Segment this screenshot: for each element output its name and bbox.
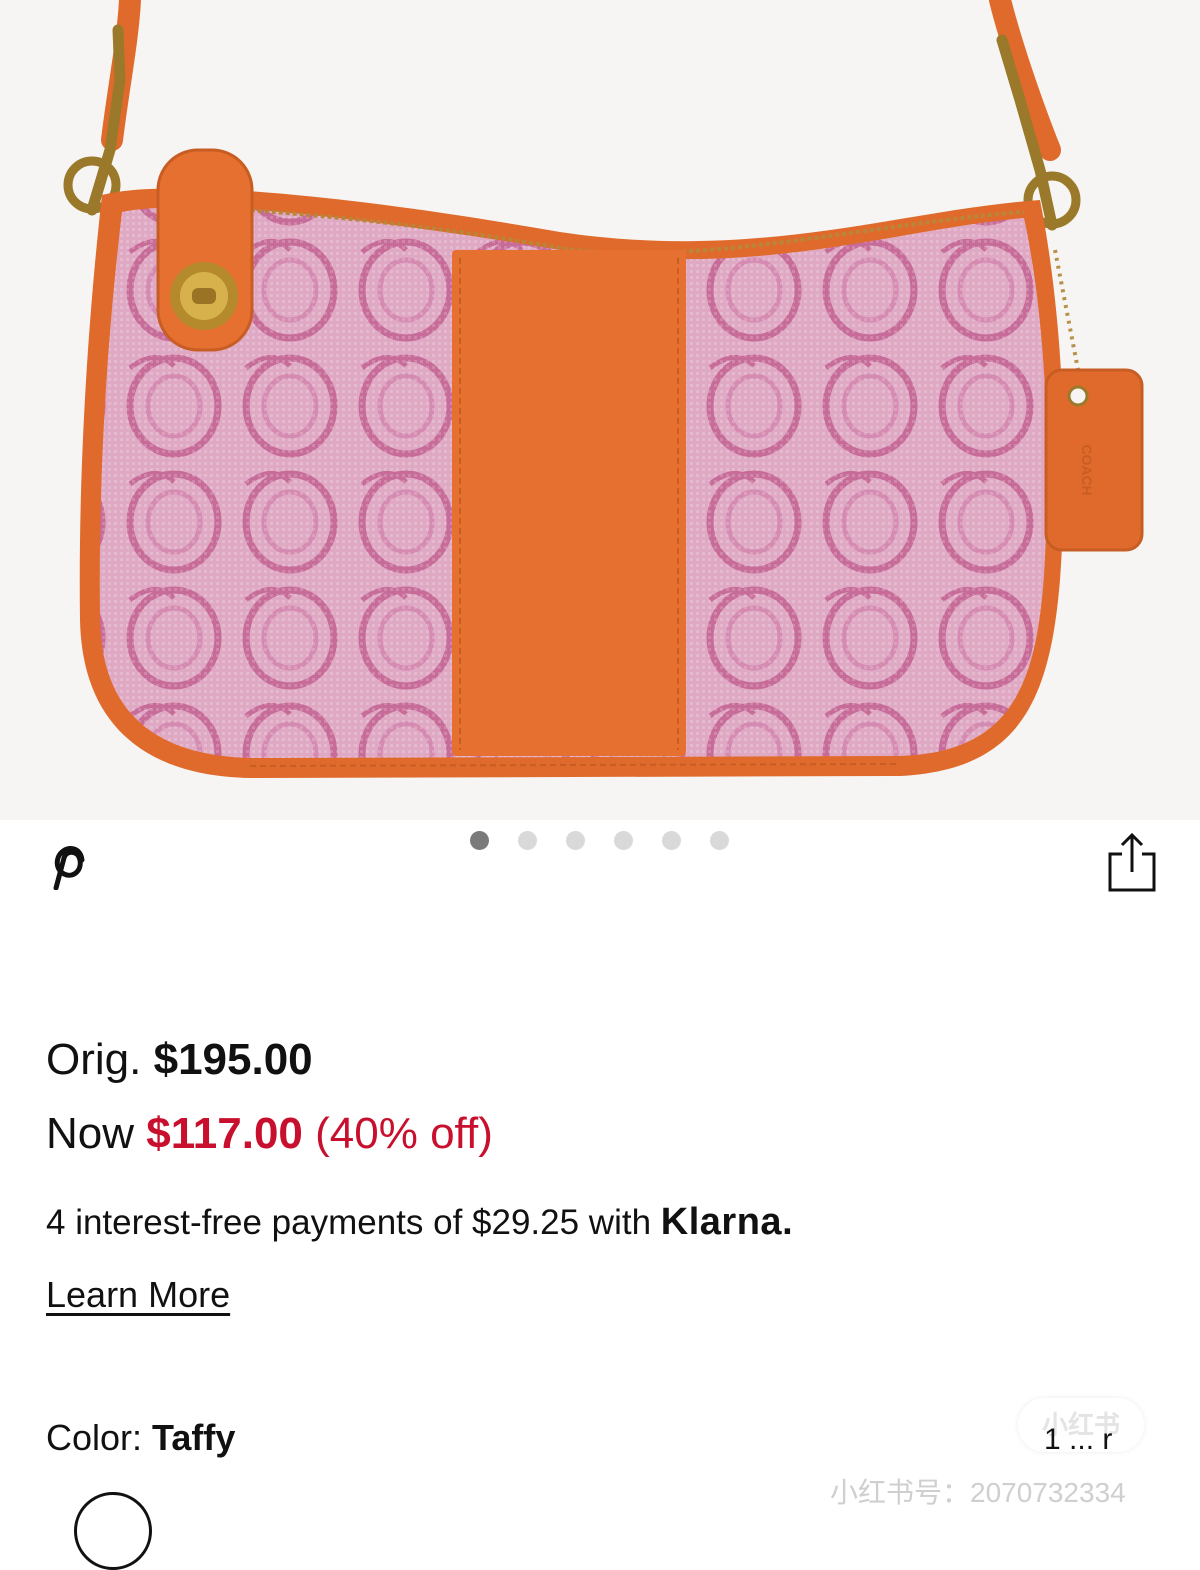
carousel-dot-5[interactable] <box>662 831 681 850</box>
pinterest-icon[interactable] <box>42 842 86 891</box>
hangtag-text: COACH <box>1079 444 1095 495</box>
now-label: Now <box>46 1109 135 1158</box>
klarna-installments: 4 interest-free payments of $29.25 with … <box>46 1198 793 1247</box>
orig-label: Orig. <box>46 1035 142 1084</box>
carousel-dot-6[interactable] <box>710 831 729 850</box>
color-value: Taffy <box>152 1417 236 1458</box>
carousel-dot-1[interactable] <box>470 831 489 850</box>
partial-link-text[interactable]: 1 ... r <box>1044 1420 1112 1460</box>
carousel-dot-4[interactable] <box>614 831 633 850</box>
color-selection: Color: Taffy <box>46 1414 235 1462</box>
sale-price-line: Now $117.00 (40% off) <box>46 1106 493 1162</box>
carousel-dot-2[interactable] <box>518 831 537 850</box>
product-image[interactable]: COACH <box>0 0 1200 820</box>
sale-price: $117.00 <box>146 1109 303 1158</box>
original-price-line: Orig. $195.00 <box>46 1032 313 1088</box>
image-carousel-dots <box>470 831 729 850</box>
carousel-dot-3[interactable] <box>566 831 585 850</box>
original-price: $195.00 <box>153 1035 313 1084</box>
klarna-text: 4 interest-free payments of $29.25 with <box>46 1203 652 1242</box>
discount-percent: (40% off) <box>315 1109 493 1158</box>
color-label: Color: <box>46 1417 143 1458</box>
watermark-id: 小红书号：2070732334 <box>830 1477 1126 1508</box>
klarna-logo: Klarna. <box>660 1201 794 1243</box>
share-icon[interactable] <box>1104 832 1160 894</box>
handbag-illustration: COACH <box>63 0 1144 779</box>
color-swatch[interactable] <box>74 1492 152 1570</box>
learn-more-link[interactable]: Learn More <box>46 1272 230 1318</box>
